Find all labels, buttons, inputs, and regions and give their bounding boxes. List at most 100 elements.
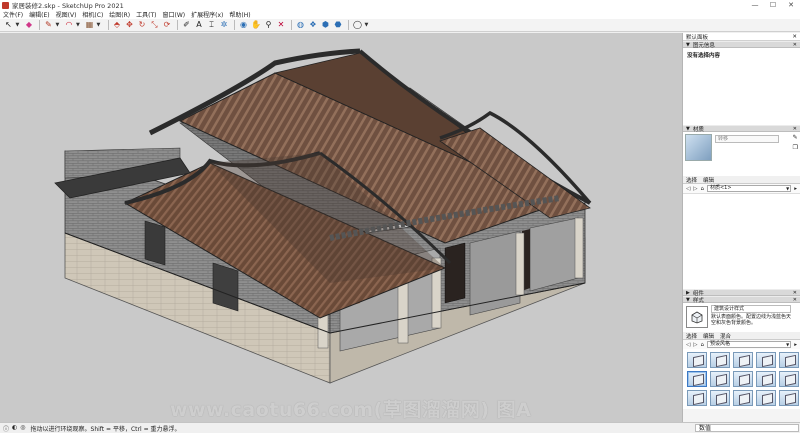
push-pull-icon[interactable]: ⬘: [112, 20, 123, 31]
menu-file[interactable]: 文件(F): [0, 10, 26, 19]
style-thumbnail-item[interactable]: [733, 390, 753, 406]
entity-info-header[interactable]: ▼ 图元信息 ✕: [683, 41, 800, 49]
collapse-arrow-icon[interactable]: ▼: [686, 126, 690, 132]
extension-icon[interactable]: ⬣: [333, 20, 344, 31]
style-thumbnail-item[interactable]: [733, 371, 753, 387]
warehouse-icon[interactable]: ⬢: [320, 20, 331, 31]
details-arrow-icon[interactable]: ▸: [794, 342, 797, 348]
axes-icon[interactable]: ✲: [219, 20, 230, 31]
info-icon[interactable]: ⓘ: [3, 424, 9, 433]
menu-edit[interactable]: 编辑(E): [26, 10, 52, 19]
user-icon[interactable]: ◯: [352, 20, 363, 31]
tab-styles-select[interactable]: 选择: [686, 332, 697, 340]
eyedropper-icon[interactable]: ✎: [793, 134, 798, 141]
tab-styles-edit[interactable]: 编辑: [703, 332, 714, 340]
arc-icon[interactable]: ◠: [64, 20, 75, 31]
material-name-input[interactable]: 转移: [715, 135, 779, 143]
tab-materials-select[interactable]: 选择: [686, 176, 697, 184]
dimension-icon[interactable]: ⌶: [206, 20, 217, 31]
style-name[interactable]: 建筑设计样式: [711, 305, 791, 313]
home-icon[interactable]: ⌂: [700, 186, 704, 192]
tab-styles-mix[interactable]: 混合: [720, 332, 731, 340]
measurements-box[interactable]: 数值: [695, 424, 799, 432]
select-arrow-icon[interactable]: ↖: [3, 20, 14, 31]
collapse-arrow-icon[interactable]: ▼: [686, 297, 690, 303]
credits-icon[interactable]: ◎: [20, 424, 25, 433]
geolocation-icon[interactable]: ◐: [12, 424, 17, 433]
orbit-icon[interactable]: ◉: [238, 20, 249, 31]
styles-library-select[interactable]: 预设风格 ▼: [706, 341, 792, 348]
style-thumbnail-item[interactable]: [779, 390, 799, 406]
arc-dropdown-icon[interactable]: ▼: [76, 22, 81, 28]
close-button[interactable]: ✕: [782, 1, 800, 9]
move-icon[interactable]: ✥: [124, 20, 135, 31]
select-dropdown-icon[interactable]: ▼: [16, 22, 21, 28]
pencil-icon[interactable]: ✎: [43, 20, 54, 31]
entity-info-title: 图元信息: [692, 42, 715, 49]
forward-arrow-icon[interactable]: ▷: [693, 186, 697, 192]
back-arrow-icon[interactable]: ◁: [686, 342, 690, 348]
menu-window[interactable]: 窗口(W): [160, 10, 189, 19]
materials-library-select[interactable]: 材质<1> ▼: [706, 185, 792, 192]
entity-info-close-icon[interactable]: ✕: [793, 42, 797, 48]
title-bar: 家居装修2.skp - SketchUp Pro 2021 — ☐ ✕: [0, 0, 800, 10]
sandbox-icon[interactable]: ◍: [295, 20, 306, 31]
tape-measure-icon[interactable]: ✐: [181, 20, 192, 31]
create-material-icon[interactable]: ❒: [793, 144, 798, 151]
materials-header[interactable]: ▼ 材质 ✕: [683, 125, 800, 133]
maximize-button[interactable]: ☐: [764, 1, 782, 9]
styles-library-row: ◁ ▷ ⌂ 预设风格 ▼ ▸: [683, 340, 800, 349]
user-dropdown-icon[interactable]: ▼: [365, 22, 370, 28]
style-thumbnail-item[interactable]: [756, 352, 776, 368]
materials-close-icon[interactable]: ✕: [793, 126, 797, 132]
menu-view[interactable]: 视图(V): [53, 10, 80, 19]
zoom-extents-icon[interactable]: ✕: [276, 20, 287, 31]
materials-library-row: ◁ ▷ ⌂ 材质<1> ▼ ▸: [683, 184, 800, 193]
style-thumbnail-item[interactable]: [756, 371, 776, 387]
home-icon[interactable]: ⌂: [700, 342, 704, 348]
menu-extensions[interactable]: 扩展程序(x): [188, 10, 226, 19]
minimize-button[interactable]: —: [746, 1, 764, 9]
back-arrow-icon[interactable]: ◁: [686, 186, 690, 192]
styles-close-icon[interactable]: ✕: [793, 297, 797, 303]
style-thumbnail-item[interactable]: [733, 352, 753, 368]
menu-tools[interactable]: 工具(T): [133, 10, 159, 19]
3d-viewport[interactable]: www.caotu66.com(草图溜溜网) 图A: [0, 33, 682, 422]
collapse-arrow-icon[interactable]: ▼: [686, 42, 690, 48]
details-arrow-icon[interactable]: ▸: [794, 186, 797, 192]
rectangle-dropdown-icon[interactable]: ▼: [97, 22, 102, 28]
style-thumbnail-item[interactable]: [687, 352, 707, 368]
expand-arrow-icon[interactable]: ▶: [686, 290, 690, 296]
zoom-icon[interactable]: ⚲: [263, 20, 274, 31]
menu-draw[interactable]: 绘图(R): [106, 10, 133, 19]
menu-camera[interactable]: 相机(C): [79, 10, 106, 19]
tray-close-icon[interactable]: ✕: [792, 34, 797, 40]
components-close-icon[interactable]: ✕: [793, 290, 797, 296]
style-thumbnail-item[interactable]: [779, 352, 799, 368]
offset-icon[interactable]: ⟳: [162, 20, 173, 31]
geometry-icon[interactable]: ❖: [308, 20, 319, 31]
building-model[interactable]: [0, 33, 682, 422]
tab-materials-edit[interactable]: 编辑: [703, 176, 714, 184]
style-thumbnail-item[interactable]: [710, 390, 730, 406]
sketchup-window: 家居装修2.skp - SketchUp Pro 2021 — ☐ ✕ 文件(F…: [0, 0, 800, 433]
style-thumbnail-item[interactable]: [756, 390, 776, 406]
style-thumbnail-item[interactable]: [710, 371, 730, 387]
forward-arrow-icon[interactable]: ▷: [693, 342, 697, 348]
style-thumbnail-item[interactable]: [687, 371, 707, 387]
materials-list[interactable]: [683, 193, 800, 289]
material-swatch[interactable]: [685, 134, 712, 161]
rectangle-icon[interactable]: ▦: [84, 20, 95, 31]
rotate-icon[interactable]: ↻: [137, 20, 148, 31]
style-thumbnail-item[interactable]: [710, 352, 730, 368]
pan-icon[interactable]: ✋: [251, 20, 262, 31]
scale-icon[interactable]: ⤡: [149, 20, 160, 31]
eraser-icon[interactable]: ◆: [24, 20, 35, 31]
menu-help[interactable]: 帮助(H): [226, 10, 253, 19]
pencil-dropdown-icon[interactable]: ▼: [56, 22, 61, 28]
styles-header[interactable]: ▼ 样式 ✕: [683, 296, 800, 304]
style-thumbnail-item[interactable]: [687, 390, 707, 406]
text-icon[interactable]: A: [194, 20, 205, 31]
style-thumbnail[interactable]: [686, 306, 708, 328]
style-thumbnail-item[interactable]: [779, 371, 799, 387]
